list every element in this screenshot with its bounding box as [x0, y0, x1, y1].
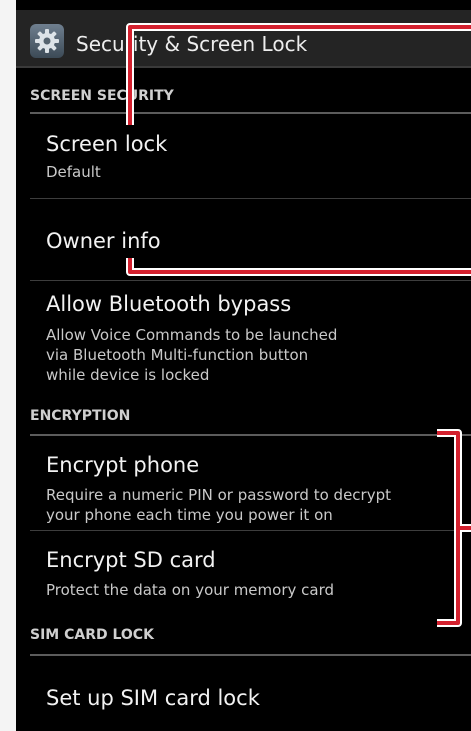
item-title: Encrypt phone	[46, 453, 200, 477]
item-subtitle-line: via Bluetooth Multi-function button	[46, 346, 309, 364]
item-title: Owner info	[46, 229, 161, 253]
item-subtitle-line: your phone each time you power it on	[46, 506, 333, 524]
settings-screen: Security & Screen Lock SCREEN SECURITY S…	[16, 0, 471, 731]
item-subtitle: Default	[46, 163, 101, 181]
section-divider	[30, 112, 471, 114]
page-title: Security & Screen Lock	[76, 32, 308, 56]
settings-gear-icon[interactable]	[30, 24, 64, 58]
page: Security & Screen Lock SCREEN SECURITY S…	[0, 0, 471, 731]
item-title: Set up SIM card lock	[46, 686, 260, 710]
item-divider	[30, 198, 471, 199]
item-title: Allow Bluetooth bypass	[46, 292, 292, 316]
item-divider	[30, 530, 471, 531]
item-subtitle-line: Require a numeric PIN or password to dec…	[46, 486, 391, 504]
section-header-sim-card-lock: SIM CARD LOCK	[30, 627, 154, 643]
item-subtitle-line: Allow Voice Commands to be launched	[46, 326, 338, 344]
item-subtitle-line: while device is locked	[46, 366, 210, 384]
action-bar: Security & Screen Lock	[16, 10, 471, 68]
section-header-encryption: ENCRYPTION	[30, 408, 131, 424]
item-subtitle: Protect the data on your memory card	[46, 581, 334, 599]
item-title: Encrypt SD card	[46, 548, 216, 572]
item-divider	[30, 280, 471, 281]
item-title: Screen lock	[46, 132, 168, 156]
section-divider	[30, 434, 471, 436]
section-header-screen-security: SCREEN SECURITY	[30, 88, 174, 104]
section-divider	[30, 654, 471, 656]
